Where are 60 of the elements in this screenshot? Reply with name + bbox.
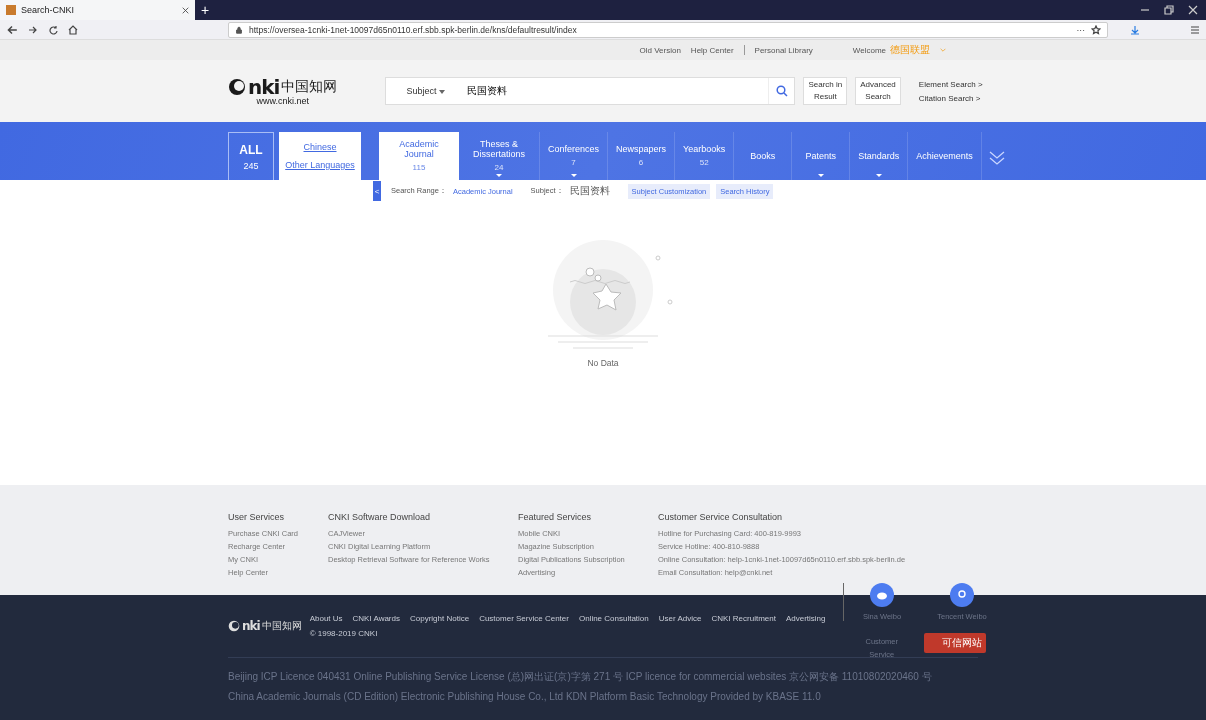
footer-heading: CNKI Software Download [328, 512, 432, 522]
favicon-icon [6, 5, 16, 15]
caret-icon [438, 90, 445, 94]
search-in-result-button[interactable]: Search in Result [803, 77, 848, 105]
resource-tab[interactable]: Theses & Dissertations 24 [459, 132, 540, 180]
search-icon [775, 85, 788, 97]
field-type-dropdown[interactable]: Subject [386, 78, 465, 104]
footer-bottom-link[interactable]: Advertising [785, 614, 826, 623]
top-link[interactable]: Personal Library [754, 45, 813, 55]
footer-heading: Customer Service Consultation [658, 512, 784, 522]
footer-bottom-link[interactable]: CNKI Awards [352, 614, 400, 623]
language-link[interactable]: Other Languages [285, 160, 355, 170]
all-tab[interactable]: ALL 245 [228, 132, 274, 180]
footer-bottom-link[interactable]: Customer Service Center [479, 614, 569, 623]
new-tab-button[interactable]: + [195, 0, 216, 20]
back-arrow-icon[interactable] [6, 23, 18, 36]
footer-bottom-link[interactable]: User Advice [658, 614, 702, 623]
top-link[interactable]: Old Version [639, 45, 681, 55]
lock-icon [235, 25, 243, 34]
resource-tab[interactable]: Patents [792, 132, 851, 180]
reload-icon[interactable] [48, 24, 58, 35]
page-actions-icon[interactable]: ··· [1076, 24, 1085, 35]
search-link[interactable]: Citation Search > [918, 93, 983, 103]
footer-bottom-link[interactable]: CNKI Recruitment [711, 614, 776, 623]
address-bar[interactable]: https://oversea-1cnki-1net-10097d65n0110.erf.sbb.spk-berlin.de/kns/defaultresult/index ··· [228, 21, 1108, 38]
star-icon[interactable] [1091, 24, 1101, 35]
footer-bottom-link[interactable]: About Us [309, 614, 343, 623]
footer-heading: Featured Services [518, 512, 593, 522]
forward-arrow-icon[interactable] [28, 24, 38, 35]
copyright-text: © 1998-2019 CNKI [309, 629, 379, 638]
cnki-footer-logo[interactable]: nki 中国知网 [228, 619, 302, 633]
search-box[interactable]: Subject 民国资料 [385, 77, 796, 105]
home-icon[interactable] [68, 24, 78, 35]
double-chevron-icon[interactable] [987, 150, 1006, 166]
footer-heading: User Services [228, 512, 285, 522]
trusted-site-badge[interactable]: 可信网站 [924, 633, 986, 653]
resource-tab[interactable]: Books [734, 132, 793, 180]
advanced-search-button[interactable]: Advanced Search [855, 77, 901, 105]
download-icon[interactable] [1130, 24, 1140, 35]
no-data-text: No Data [587, 358, 619, 368]
top-link[interactable]: Help Center [690, 45, 734, 55]
welcome-text: Welcome [852, 45, 886, 55]
browser-tab[interactable]: Search-CNKI [0, 0, 195, 20]
tab-title: Search-CNKI [21, 5, 74, 15]
resource-tab[interactable]: Conferences 7 [540, 132, 609, 180]
footer-bottom-link[interactable]: Copyright Notice [410, 614, 470, 623]
resource-tab[interactable]: Standards [850, 132, 909, 180]
legal-text: China Academic Journals (CD Edition) Electronic Publishing House Co., Ltd KDN Platform Basic Technology Provided by KBASE 11.0 [228, 691, 822, 702]
maximize-icon[interactable] [1164, 5, 1174, 15]
search-link[interactable]: Element Search > [918, 79, 983, 89]
resource-tab[interactable]: Academic Journal 115 [379, 132, 459, 180]
resource-tab[interactable]: Newspapers 6 [608, 132, 676, 180]
resource-tab[interactable]: Yearbooks 52 [675, 132, 735, 180]
collapse-button[interactable]: < [373, 181, 381, 201]
language-link[interactable]: Chinese [303, 142, 337, 152]
close-icon[interactable] [182, 6, 189, 14]
legal-text: Beijing ICP Licence 040431 Online Publishing Service License (总)网出证(京)字第 271 号 ICP licence for commercial websites 京公网安备 11010802020460 号 [228, 670, 933, 684]
footer-bottom-link[interactable]: Online Consultation [578, 614, 649, 623]
subject-value: 民国资料 [569, 184, 610, 198]
resource-tab[interactable]: Achievements [908, 132, 982, 180]
